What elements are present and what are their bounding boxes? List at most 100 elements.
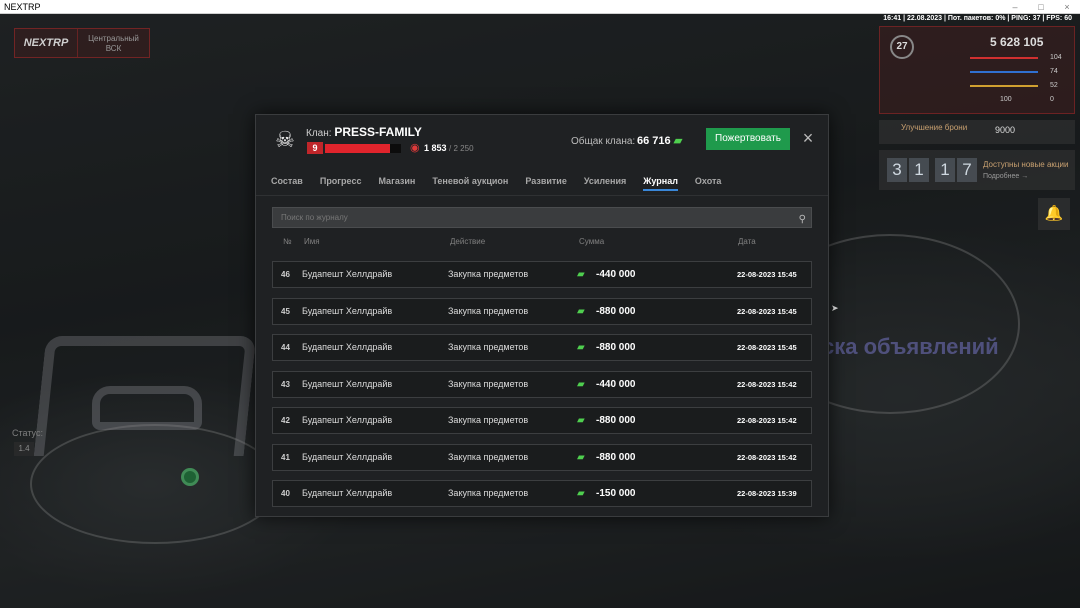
location-name: Центральный <box>88 34 139 43</box>
col-header-name: Имя <box>304 237 320 246</box>
members-current: 1 853 <box>424 143 447 153</box>
row-name: Будапешт Хеллдрайв <box>302 305 393 316</box>
water-value: 0 <box>1050 96 1054 103</box>
col-header-date: Дата <box>738 237 756 246</box>
tab-4[interactable]: Развитие <box>525 171 566 191</box>
row-action: Закупка предметов <box>448 269 529 279</box>
clan-emblem-icon: ☠ <box>275 127 295 152</box>
row-num: 41 <box>281 452 290 462</box>
row-num: 40 <box>281 489 290 498</box>
player-money: 5 628 105 <box>990 35 1044 49</box>
tab-1[interactable]: Прогресс <box>320 171 362 191</box>
clock-digit: 1 <box>935 158 955 182</box>
search-placeholder: Поиск по журналу <box>281 213 348 222</box>
news-more-link[interactable]: Подробнее → <box>983 173 1028 180</box>
row-date: 22-08-2023 15:42 <box>737 452 797 462</box>
members-count: 1 853 / 2 250 <box>424 143 474 153</box>
row-amount: -880 000 <box>596 415 636 426</box>
row-name: Будапешт Хеллдрайв <box>302 451 393 462</box>
cash-icon: ▰ <box>577 305 585 317</box>
row-name: Будапешт Хеллдрайв <box>302 342 393 352</box>
clock-digit: 7 <box>957 158 977 182</box>
clan-name: PRESS-FAMILY <box>334 125 422 139</box>
window-controls: – □ × <box>1002 0 1080 14</box>
clan-tabs: Состав Прогресс Магазин Теневой аукцион Разв… <box>271 171 738 193</box>
row-amount: -150 000 <box>596 488 636 499</box>
clan-title: Клан: PRESS-FAMILY <box>306 125 422 139</box>
daily-task-panel[interactable]: Улучшение брони 9000 <box>879 120 1075 144</box>
tab-6[interactable]: Журнал <box>643 171 678 191</box>
table-row[interactable]: 45 Будапешт Хеллдрайв Закупка предметов ▰ -8… <box>272 297 812 325</box>
members-icon: ◉ <box>410 142 420 154</box>
clan-header: ☠ Клан: PRESS-FAMILY 9 ◉ 1 853 / 2 250 О… <box>256 115 828 165</box>
table-row[interactable]: 42 Будапешт Хеллдрайв Закупка предметов ▰ -8… <box>272 407 812 434</box>
tab-2[interactable]: Магазин <box>378 171 415 191</box>
minimize-button[interactable]: – <box>1002 0 1028 14</box>
row-action: Закупка предметов <box>448 378 529 389</box>
armor-bar <box>970 71 1038 73</box>
row-name: Будапешт Хеллдрайв <box>302 378 393 389</box>
news-text: Доступны новые акции <box>983 160 1069 169</box>
row-name: Будапешт Хеллдрайв <box>302 269 393 279</box>
cash-icon: ▰ <box>577 342 585 353</box>
tab-3[interactable]: Теневой аукцион <box>432 171 508 191</box>
clan-bank-value: 66 716 ▰ <box>637 134 682 147</box>
cash-icon: ▰ <box>577 488 585 499</box>
row-action: Закупка предметов <box>448 415 529 425</box>
location-box: Центральный ВСК <box>77 29 149 57</box>
player-level: 27 <box>890 35 914 59</box>
table-row[interactable]: 46 Будапешт Хеллдрайв Закупка предметов ▰ -4… <box>272 261 812 288</box>
row-num: 42 <box>281 416 290 425</box>
row-date: 22-08-2023 15:39 <box>737 489 797 498</box>
donate-button[interactable]: Пожертвовать <box>706 128 790 150</box>
health-bar <box>970 57 1038 59</box>
server-logo: NEXTRP Центральный ВСК <box>14 28 150 58</box>
row-action: Закупка предметов <box>448 451 529 462</box>
row-date: 22-08-2023 15:42 <box>737 416 797 425</box>
row-amount: -880 000 <box>596 451 636 463</box>
row-action: Закупка предметов <box>448 342 529 352</box>
row-date: 22-08-2023 15:42 <box>737 379 797 389</box>
row-name: Будапешт Хеллдрайв <box>302 415 393 425</box>
journal-search-input[interactable]: Поиск по журналу ⚲ <box>272 207 812 228</box>
tab-7[interactable]: Охота <box>695 171 721 191</box>
logo-text: NEXTRP <box>23 37 69 49</box>
row-num: 46 <box>281 270 290 279</box>
hud-stats-line: 16:41 | 22.08.2023 | Пот. пакетов: 0% | … <box>883 15 1072 22</box>
clan-xp-bar <box>325 144 401 153</box>
clock-digit: 3 <box>887 158 907 182</box>
table-row[interactable]: 41 Будапешт Хеллдрайв Закупка предметов ▰ -8… <box>272 443 812 471</box>
col-header-action: Действие <box>450 237 486 246</box>
clan-bank-label: Общак клана: <box>571 136 636 147</box>
food-bar <box>970 85 1038 87</box>
close-icon[interactable]: × <box>799 129 817 147</box>
row-amount: -440 000 <box>596 269 636 280</box>
clan-level-badge: 9 <box>307 142 323 154</box>
health-value: 104 <box>1050 54 1062 61</box>
window-title: NEXTRP <box>4 2 41 12</box>
daily-task-title: Улучшение брони <box>901 123 968 132</box>
cash-icon: ▰ <box>577 451 585 463</box>
tab-0[interactable]: Состав <box>271 171 303 191</box>
timer-panel: 3 1 1 7 Доступны новые акции Подробнее → <box>879 150 1075 190</box>
members-max: / 2 250 <box>449 144 474 153</box>
search-icon[interactable]: ⚲ <box>799 210 806 229</box>
row-name: Будапешт Хеллдрайв <box>302 488 393 498</box>
food-value: 52 <box>1050 82 1058 89</box>
cash-icon: ▰ <box>577 378 585 390</box>
row-date: 22-08-2023 15:45 <box>737 270 797 279</box>
tab-5[interactable]: Усиления <box>584 171 626 191</box>
table-row[interactable]: 44 Будапешт Хеллдрайв Закупка предметов ▰ -8… <box>272 334 812 361</box>
notifications-bell-icon[interactable]: 🔔 <box>1038 198 1070 230</box>
clock-digit: 1 <box>909 158 929 182</box>
table-row[interactable]: 43 Будапешт Хеллдрайв Закупка предметов ▰ -4… <box>272 370 812 398</box>
clan-modal: ☠ Клан: PRESS-FAMILY 9 ◉ 1 853 / 2 250 О… <box>255 114 829 517</box>
col-header-num: № <box>283 237 292 246</box>
maximize-button[interactable]: □ <box>1028 0 1054 14</box>
col-header-amount: Сумма <box>579 237 605 246</box>
window-close-button[interactable]: × <box>1054 0 1080 14</box>
clan-bank-amount: 66 716 <box>637 135 671 147</box>
row-num: 45 <box>281 306 290 316</box>
table-row[interactable]: 40 Будапешт Хеллдрайв Закупка предметов ▰ -1… <box>272 480 812 507</box>
row-date: 22-08-2023 15:45 <box>737 343 797 352</box>
